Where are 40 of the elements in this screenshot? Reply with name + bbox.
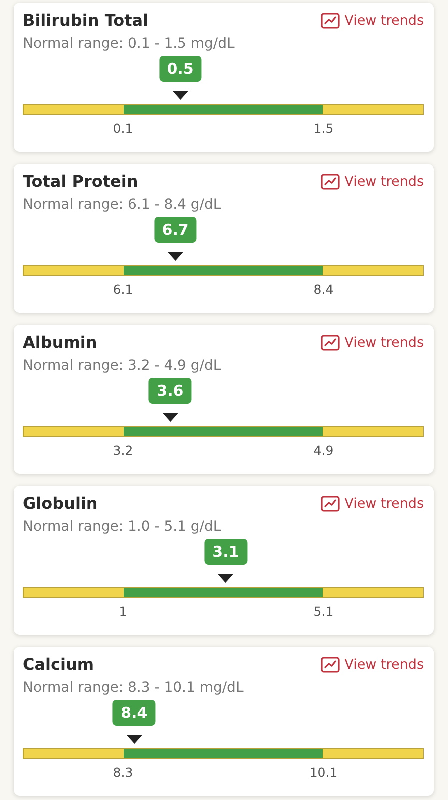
test-name: Calcium (23, 655, 94, 674)
test-name: Total Protein (23, 172, 138, 191)
normal-range: Normal range: 3.2 - 4.9 g/dL (23, 358, 222, 374)
high-limit: 5.1 (314, 604, 334, 619)
low-limit: 0.1 (113, 121, 134, 136)
value-badge: 3.1 (204, 539, 248, 565)
high-limit: 10.1 (310, 765, 338, 780)
normal-range: Normal range: 0.1 - 1.5 mg/dL (23, 36, 236, 52)
low-limit: 1 (119, 604, 128, 619)
pointer-icon (126, 735, 142, 744)
pointer-icon (218, 574, 234, 583)
pointer-icon (162, 413, 178, 422)
view-trends-link[interactable]: View trends (320, 12, 424, 28)
normal-range: Normal range: 8.3 - 10.1 mg/dL (23, 680, 245, 696)
view-trends-link[interactable]: View trends (320, 334, 424, 350)
high-limit: 1.5 (314, 121, 334, 136)
test-name: Albumin (23, 333, 98, 352)
value-badge: 8.4 (113, 700, 156, 726)
view-trends-link[interactable]: View trends (320, 496, 424, 512)
pointer-icon (172, 91, 189, 100)
pointer-icon (168, 252, 184, 261)
normal-range: Normal range: 1.0 - 5.1 g/dL (23, 519, 222, 535)
view-trends-link[interactable]: View trends (320, 656, 424, 672)
low-limit: 3.2 (113, 443, 134, 458)
chart-icon (320, 656, 340, 672)
test-name: Globulin (23, 494, 98, 513)
value-badge: 3.6 (149, 378, 192, 404)
value-badge: 0.5 (159, 56, 202, 82)
low-limit: 8.3 (113, 765, 134, 780)
normal-range: Normal range: 6.1 - 8.4 g/dL (23, 197, 222, 213)
test-name: Bilirubin Total (23, 11, 149, 30)
chart-icon (320, 174, 340, 190)
low-limit: 6.1 (113, 282, 134, 297)
value-badge: 6.7 (154, 217, 197, 243)
chart-icon (320, 496, 340, 512)
chart-icon (320, 12, 340, 28)
high-limit: 4.9 (314, 443, 334, 458)
high-limit: 8.4 (314, 282, 334, 297)
view-trends-link[interactable]: View trends (320, 174, 424, 190)
chart-icon (320, 334, 340, 350)
